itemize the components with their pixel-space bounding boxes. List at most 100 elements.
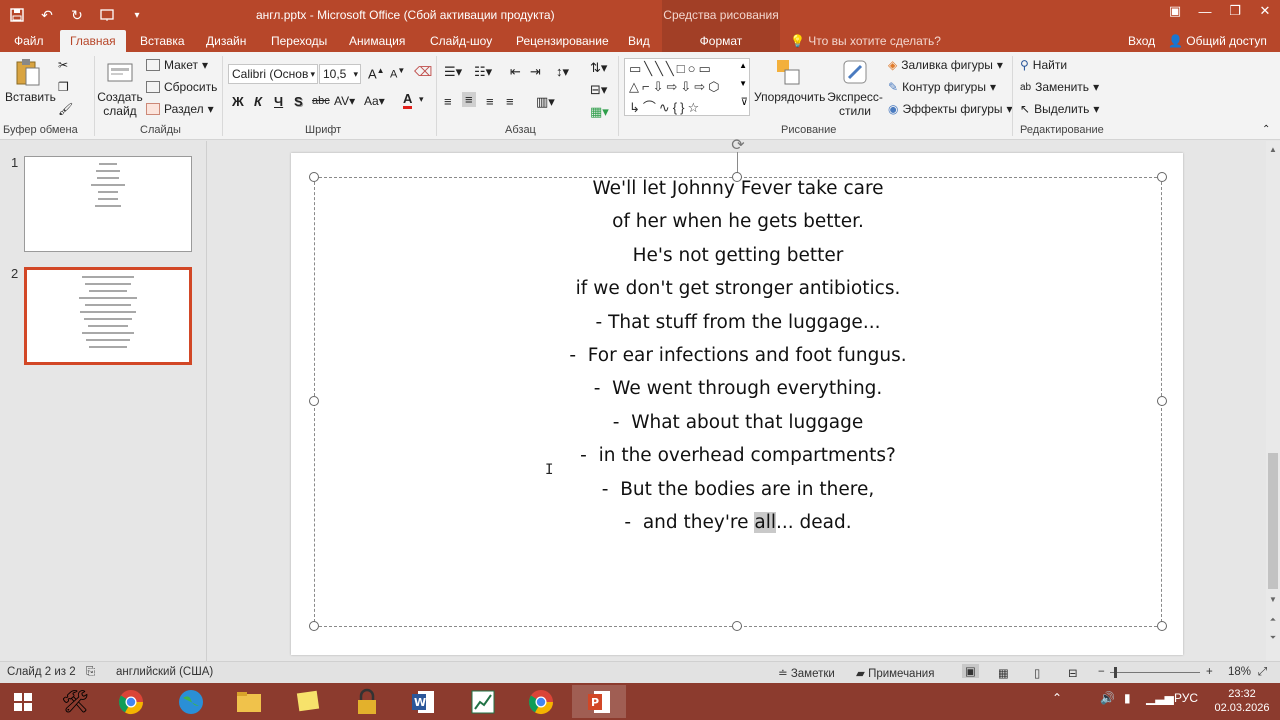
- italic-button[interactable]: К: [254, 94, 262, 109]
- clock[interactable]: 23:32 02.03.2026: [1212, 687, 1272, 715]
- bullets-icon[interactable]: ☰▾: [444, 64, 462, 80]
- strikethrough-button[interactable]: abc: [312, 95, 330, 107]
- align-right-icon[interactable]: ≡: [486, 94, 494, 109]
- slide-thumbnail-1[interactable]: [24, 156, 192, 252]
- tray-overflow-icon[interactable]: ⌃: [1052, 691, 1062, 705]
- undo-icon[interactable]: ↶: [36, 4, 58, 26]
- char-spacing-button[interactable]: AV▾: [334, 94, 355, 108]
- tab-file[interactable]: Файл: [14, 30, 44, 52]
- resize-handle[interactable]: [309, 172, 319, 182]
- battery-icon[interactable]: ▮: [1124, 691, 1131, 705]
- restore-icon[interactable]: ❐: [1220, 0, 1250, 22]
- copy-icon[interactable]: ❐: [58, 80, 69, 94]
- tab-format[interactable]: Формат: [662, 30, 780, 52]
- shape-fill-button[interactable]: ◈ Заливка фигуры ▾: [888, 58, 1003, 72]
- sticky-notes-icon[interactable]: [282, 685, 336, 718]
- zoom-in-icon[interactable]: +: [1206, 666, 1213, 678]
- font-color-button[interactable]: A: [403, 92, 413, 109]
- network-icon[interactable]: ▁▃▅: [1146, 691, 1174, 705]
- clear-formatting-icon[interactable]: ⌫: [414, 64, 432, 80]
- minimize-icon[interactable]: —: [1190, 0, 1220, 22]
- change-case-button[interactable]: Aa▾: [364, 94, 385, 108]
- globe-icon[interactable]: [164, 685, 218, 718]
- resize-handle[interactable]: [1157, 621, 1167, 631]
- volume-icon[interactable]: 🔊: [1100, 691, 1115, 705]
- grow-font-button[interactable]: A▲: [368, 66, 385, 81]
- zoom-level[interactable]: 18%: [1228, 666, 1251, 678]
- find-button[interactable]: ⚲ Найти: [1020, 58, 1067, 72]
- font-name-box[interactable]: Calibri (Основ ▾: [228, 64, 318, 84]
- font-size-box[interactable]: 10,5 ▾: [319, 64, 361, 84]
- replace-button[interactable]: ab Заменить ▾: [1020, 80, 1099, 94]
- scroll-up-icon[interactable]: ▲: [1266, 143, 1280, 157]
- tab-home[interactable]: Главная: [60, 30, 126, 52]
- zoom-slider[interactable]: [1110, 672, 1200, 673]
- resize-handle[interactable]: [309, 396, 319, 406]
- fit-to-window-icon[interactable]: ⤢: [1258, 666, 1267, 679]
- align-left-icon[interactable]: ≡: [444, 94, 452, 109]
- slide-thumbnail-2[interactable]: [24, 267, 192, 365]
- lock-app-icon[interactable]: [340, 685, 394, 718]
- share-button[interactable]: 👤 Общий доступ: [1168, 30, 1267, 52]
- layout-button[interactable]: Макет ▾: [146, 58, 208, 72]
- align-center-icon[interactable]: ≡: [462, 92, 476, 107]
- slideshow-start-icon[interactable]: [96, 4, 118, 26]
- tab-animation[interactable]: Анимация: [349, 30, 405, 52]
- tools-app-icon[interactable]: 🛠: [48, 685, 102, 718]
- resize-handle[interactable]: [1157, 172, 1167, 182]
- align-text-icon[interactable]: ⊟▾: [590, 82, 607, 98]
- previous-slide-icon[interactable]: ⏶: [1266, 613, 1280, 627]
- rotate-handle-icon[interactable]: ⟳: [729, 138, 747, 156]
- shape-outline-button[interactable]: ✎ Контур фигуры ▾: [888, 80, 996, 94]
- select-button[interactable]: ↖ Выделить ▾: [1020, 102, 1099, 116]
- start-icon[interactable]: [0, 685, 46, 718]
- format-painter-icon[interactable]: 🖌: [58, 102, 73, 116]
- gallery-more-icon[interactable]: ⊽: [741, 97, 748, 108]
- tab-view[interactable]: Вид: [628, 30, 650, 52]
- chrome-icon-2[interactable]: [514, 685, 568, 718]
- tab-transitions[interactable]: Переходы: [271, 30, 327, 52]
- customize-qat-icon[interactable]: ▾: [126, 4, 148, 26]
- quick-styles-button[interactable]: Экспресс-стили: [826, 58, 884, 118]
- text-direction-icon[interactable]: ⇅▾: [590, 60, 607, 76]
- redo-icon[interactable]: ↻: [66, 4, 88, 26]
- slideshow-view-icon[interactable]: ⊟: [1068, 666, 1078, 680]
- ribbon-display-icon[interactable]: ▣: [1160, 0, 1190, 22]
- decrease-indent-icon[interactable]: ⇤: [510, 64, 521, 80]
- normal-view-icon[interactable]: ▣: [962, 664, 979, 678]
- vertical-scrollbar[interactable]: ▲ ▼ ⏶ ⏷: [1266, 141, 1280, 661]
- bold-button[interactable]: Ж: [232, 94, 244, 109]
- reset-button[interactable]: Сбросить: [146, 80, 217, 94]
- spellcheck-icon[interactable]: ⎘: [86, 666, 95, 679]
- smartart-icon[interactable]: ▦▾: [590, 104, 609, 120]
- resize-handle[interactable]: [1157, 396, 1167, 406]
- shape-effects-button[interactable]: ◉ Эффекты фигуры ▾: [888, 102, 1013, 116]
- arrange-button[interactable]: Упорядочить: [754, 58, 825, 104]
- chrome-icon[interactable]: [104, 685, 158, 718]
- powerpoint-icon[interactable]: P: [572, 685, 626, 718]
- chevron-down-icon[interactable]: ▾: [419, 94, 424, 105]
- cut-icon[interactable]: ✂: [58, 58, 68, 72]
- gallery-down-icon[interactable]: ▼: [739, 79, 747, 88]
- tab-slideshow[interactable]: Слайд-шоу: [430, 30, 492, 52]
- file-explorer-icon[interactable]: [222, 685, 276, 718]
- paste-button[interactable]: Вставить: [5, 58, 56, 104]
- save-icon[interactable]: [6, 4, 28, 26]
- tab-review[interactable]: Рецензирование: [516, 30, 609, 52]
- tab-design[interactable]: Дизайн: [206, 30, 246, 52]
- scroll-thumb[interactable]: [1268, 453, 1278, 589]
- word-icon[interactable]: W: [396, 685, 450, 718]
- numbering-icon[interactable]: ☷▾: [474, 64, 492, 80]
- collapse-ribbon-icon[interactable]: ⌃: [1262, 124, 1270, 135]
- scroll-down-icon[interactable]: ▼: [1266, 593, 1280, 607]
- zoom-slider-knob[interactable]: [1114, 667, 1117, 678]
- line-spacing-icon[interactable]: ↕▾: [556, 64, 569, 80]
- notes-button[interactable]: ≐ Заметки: [778, 666, 835, 680]
- input-language[interactable]: РУС: [1174, 691, 1198, 705]
- slide-text-body[interactable]: We'll let Johnny Fever take care of her …: [330, 172, 1146, 539]
- shapes-gallery[interactable]: ▭╲╲╲□○▭ △⌐⇩⇨⇩⇨⬡ ↳⌒∿{}☆ ▲ ▼ ⊽: [624, 58, 750, 116]
- new-slide-button[interactable]: Создать слайд: [97, 58, 143, 118]
- section-button[interactable]: Раздел ▾: [146, 102, 214, 116]
- tell-me-box[interactable]: 💡 Что вы хотите сделать?: [790, 30, 941, 52]
- resize-handle[interactable]: [309, 621, 319, 631]
